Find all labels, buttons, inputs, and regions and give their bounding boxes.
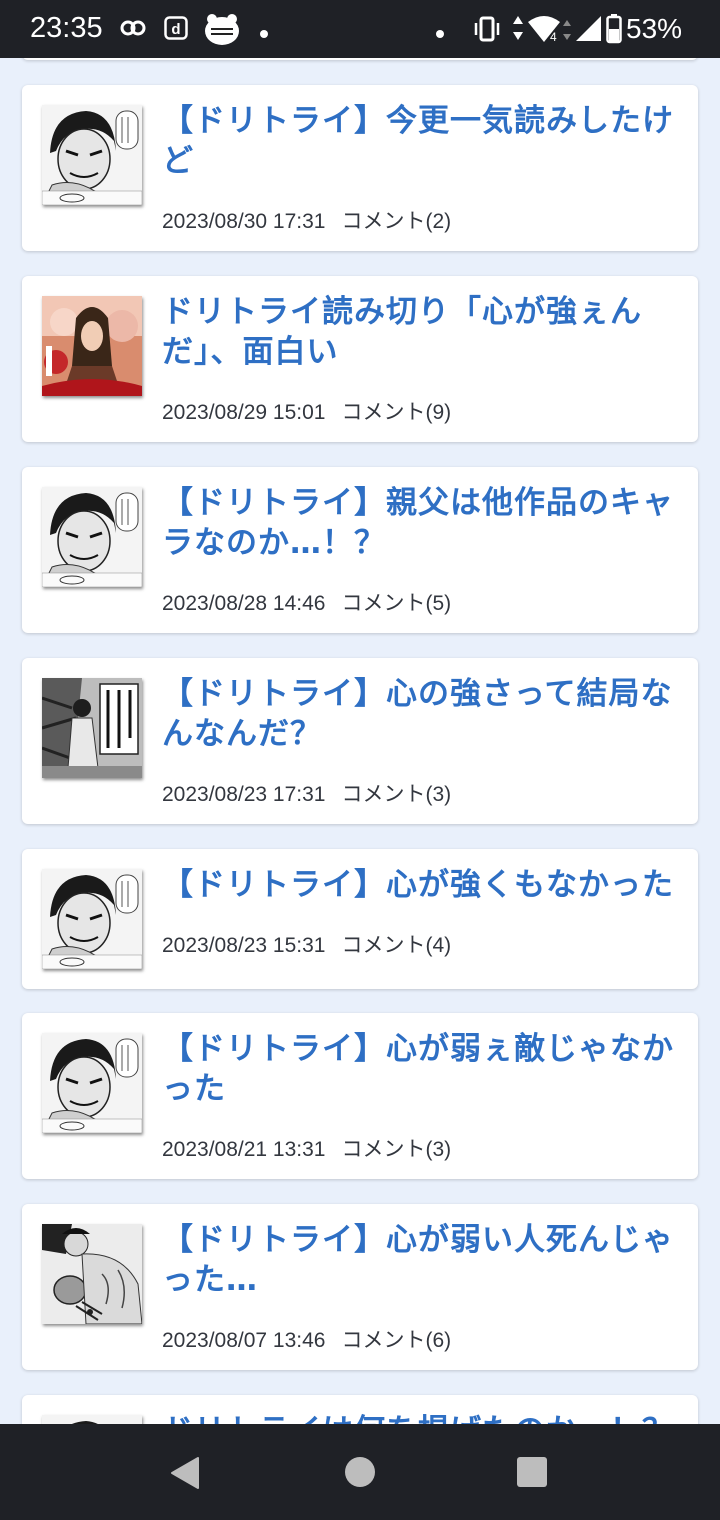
battery-icon bbox=[606, 14, 622, 48]
status-time: 23:35 bbox=[30, 12, 103, 44]
home-icon[interactable] bbox=[344, 1456, 376, 1492]
comment-count[interactable]: コメント(6) bbox=[342, 1329, 452, 1352]
post-date: 2023/08/29 15:01 bbox=[162, 401, 326, 424]
post-meta: 2023/08/07 13:46 コメント(6) bbox=[162, 1324, 451, 1354]
article-list[interactable]: 【ドリトライ】今更一気読みしたけど 2023/08/30 17:31 コメント(2… bbox=[0, 58, 720, 1424]
data-arrows-icon bbox=[512, 14, 524, 46]
thumbnail-image[interactable] bbox=[42, 105, 142, 205]
comment-count[interactable]: コメント(3) bbox=[342, 783, 452, 806]
post-title[interactable]: 【ドリトライ】心が弱い人死んじゃった… bbox=[162, 1220, 682, 1300]
post-title[interactable]: 【ドリトライ】親父は他作品のキャラなのか…！？ bbox=[162, 483, 682, 563]
post-date: 2023/08/23 15:31 bbox=[162, 934, 326, 957]
list-item-partial[interactable] bbox=[22, 58, 698, 60]
battery-percent: 53% bbox=[626, 13, 683, 44]
post-date: 2023/08/28 14:46 bbox=[162, 592, 326, 615]
post-meta: 2023/08/21 13:31 コメント(3) bbox=[162, 1133, 451, 1163]
thumbnail-image[interactable] bbox=[42, 1224, 142, 1324]
post-title[interactable]: 【ドリトライ】今更一気読みしたけど bbox=[162, 101, 682, 181]
thumbnail-image[interactable] bbox=[42, 678, 142, 778]
list-item[interactable]: ドリトライは何を掲げたのか…！？ bbox=[22, 1395, 698, 1424]
back-icon[interactable] bbox=[168, 1456, 200, 1494]
vibrate-icon bbox=[472, 16, 502, 46]
link-icon bbox=[120, 20, 146, 40]
post-meta: 2023/08/28 14:46 コメント(5) bbox=[162, 587, 451, 617]
comment-count[interactable]: コメント(5) bbox=[342, 592, 452, 615]
post-title[interactable]: ドリトライ読み切り「心が強ぇんだ」、面白い bbox=[162, 292, 682, 372]
d-app-icon: d bbox=[164, 16, 188, 44]
list-item[interactable]: ドリトライ読み切り「心が強ぇんだ」、面白い 2023/08/29 15:01 コメ… bbox=[22, 276, 698, 442]
thumbnail-image[interactable] bbox=[42, 869, 142, 969]
comment-count[interactable]: コメント(2) bbox=[342, 210, 452, 233]
thumbnail-image[interactable] bbox=[42, 1033, 142, 1133]
post-meta: 2023/08/23 17:31 コメント(3) bbox=[162, 778, 451, 808]
post-date: 2023/08/21 13:31 bbox=[162, 1138, 326, 1161]
dot-icon bbox=[435, 24, 445, 43]
post-title[interactable]: 【ドリトライ】心が弱ぇ敵じゃなかった bbox=[162, 1029, 682, 1109]
status-bar: 23:35 d 4 53% bbox=[0, 0, 720, 58]
thumbnail-image[interactable] bbox=[42, 296, 142, 396]
svg-text:d: d bbox=[171, 21, 180, 38]
comment-count[interactable]: コメント(9) bbox=[342, 401, 452, 424]
post-meta: 2023/08/23 15:31 コメント(4) bbox=[162, 929, 451, 959]
list-item[interactable]: 【ドリトライ】親父は他作品のキャラなのか…！？ 2023/08/28 14:46… bbox=[22, 467, 698, 633]
comment-count[interactable]: コメント(3) bbox=[342, 1138, 452, 1161]
dot-icon bbox=[259, 24, 269, 43]
comment-count[interactable]: コメント(4) bbox=[342, 934, 452, 957]
thumbnail-image[interactable] bbox=[42, 487, 142, 587]
wifi-icon: 4 bbox=[526, 14, 562, 48]
svg-text:4: 4 bbox=[550, 30, 557, 44]
list-item[interactable]: 【ドリトライ】心が弱い人死んじゃった… 2023/08/07 13:46 コメント… bbox=[22, 1204, 698, 1370]
list-item[interactable]: 【ドリトライ】今更一気読みしたけど 2023/08/30 17:31 コメント(2… bbox=[22, 85, 698, 251]
post-date: 2023/08/30 17:31 bbox=[162, 210, 326, 233]
navigation-bar bbox=[0, 1424, 720, 1520]
post-meta: 2023/08/30 17:31 コメント(2) bbox=[162, 205, 451, 235]
recents-icon[interactable] bbox=[516, 1456, 548, 1492]
post-title[interactable]: 【ドリトライ】心が強くもなかった bbox=[162, 865, 682, 905]
post-date: 2023/08/07 13:46 bbox=[162, 1329, 326, 1352]
post-date: 2023/08/23 17:31 bbox=[162, 783, 326, 806]
post-meta: 2023/08/29 15:01 コメント(9) bbox=[162, 396, 451, 426]
post-title[interactable]: ドリトライは何を掲げたのか…！？ bbox=[162, 1411, 682, 1424]
app-badge-icon bbox=[204, 12, 240, 50]
list-item[interactable]: 【ドリトライ】心の強さって結局なんなんだ？ 2023/08/23 17:31 コメ… bbox=[22, 658, 698, 824]
list-item[interactable]: 【ドリトライ】心が弱ぇ敵じゃなかった 2023/08/21 13:31 コメント(… bbox=[22, 1013, 698, 1179]
post-title[interactable]: 【ドリトライ】心の強さって結局なんなんだ？ bbox=[162, 674, 682, 754]
signal-icon bbox=[574, 14, 602, 46]
thumbnail-image[interactable] bbox=[42, 1415, 142, 1424]
list-item[interactable]: 【ドリトライ】心が強くもなかった 2023/08/23 15:31 コメント(4) bbox=[22, 849, 698, 989]
data-arrows-icon bbox=[562, 18, 572, 46]
